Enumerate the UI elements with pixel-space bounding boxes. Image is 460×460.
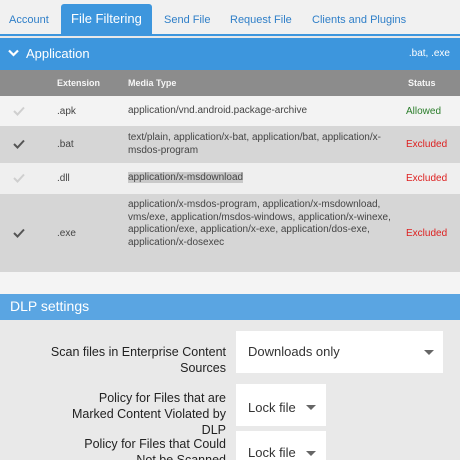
table-row[interactable]: .bat text/plain, application/x-bat, appl… — [0, 126, 460, 163]
checkmark-icon[interactable] — [13, 173, 25, 183]
row-media-type: application/x-msdos-program, application… — [128, 199, 391, 248]
table-row[interactable]: .apk application/vnd.android.package-arc… — [0, 96, 460, 126]
row-extension: .dll — [57, 173, 70, 184]
status-badge: Allowed — [406, 106, 442, 117]
selected-text: application/x-msdownload — [128, 172, 244, 183]
column-header-media-type: Media Type — [128, 78, 177, 88]
dlp-violation-policy-dropdown[interactable]: Lock file — [236, 384, 326, 426]
row-media-type: application/vnd.android.package-archive — [128, 105, 308, 116]
row-extension: .bat — [57, 139, 74, 150]
table-header: Extension Media Type Status — [0, 70, 460, 96]
setting-label-unscanned-policy: Policy for Files that Could Not be Scann… — [84, 437, 226, 460]
column-header-status: Status — [408, 78, 436, 88]
row-extension: .apk — [57, 106, 76, 117]
dropdown-value: Downloads only — [248, 344, 340, 359]
application-title: Application — [26, 46, 90, 61]
tab-clients-and-plugins[interactable]: Clients and Plugins — [312, 0, 406, 36]
dropdown-value: Lock file — [248, 400, 296, 415]
application-section-header[interactable]: Application .bat, .exe — [0, 38, 460, 70]
setting-label-dlp-violation-policy: Policy for Files that are Marked Content… — [71, 391, 226, 437]
status-badge: Excluded — [406, 139, 448, 150]
section-divider — [0, 272, 460, 294]
tab-bar: Account File Filtering Send File Request… — [0, 0, 460, 36]
tab-file-filtering[interactable]: File Filtering — [61, 4, 152, 36]
table-row[interactable]: .dll application/x-msdownload Excluded — [0, 163, 460, 194]
unscanned-policy-dropdown[interactable]: Lock file — [236, 431, 326, 460]
status-badge: Excluded — [406, 173, 448, 184]
caret-down-icon — [306, 405, 316, 410]
row-extension: .exe — [57, 228, 76, 239]
tab-request-file[interactable]: Request File — [230, 0, 292, 36]
status-badge: Excluded — [406, 228, 448, 239]
table-row[interactable]: .exe application/x-msdos-program, applic… — [0, 194, 460, 272]
chevron-down-icon — [8, 49, 19, 57]
caret-down-icon — [424, 350, 434, 355]
dlp-section-header: DLP settings — [0, 294, 460, 320]
dlp-settings-panel: Scan files in Enterprise Content Sources… — [0, 320, 460, 460]
dlp-title: DLP settings — [10, 298, 90, 314]
column-header-extension: Extension — [57, 78, 101, 88]
excluded-extensions-summary: .bat, .exe — [408, 48, 450, 59]
dropdown-value: Lock file — [248, 445, 296, 460]
row-media-type: text/plain, application/x-bat, applicati… — [128, 132, 381, 156]
setting-label-scan-files: Scan files in Enterprise Content Sources — [50, 345, 226, 375]
checkmark-icon[interactable] — [13, 139, 25, 149]
checkmark-icon[interactable] — [13, 228, 25, 238]
caret-down-icon — [306, 451, 316, 456]
tab-send-file[interactable]: Send File — [164, 0, 210, 36]
scan-files-dropdown[interactable]: Downloads only — [236, 331, 443, 373]
checkmark-icon[interactable] — [13, 106, 25, 116]
row-media-type: application/x-msdownload — [128, 172, 244, 185]
tab-account[interactable]: Account — [9, 0, 49, 36]
